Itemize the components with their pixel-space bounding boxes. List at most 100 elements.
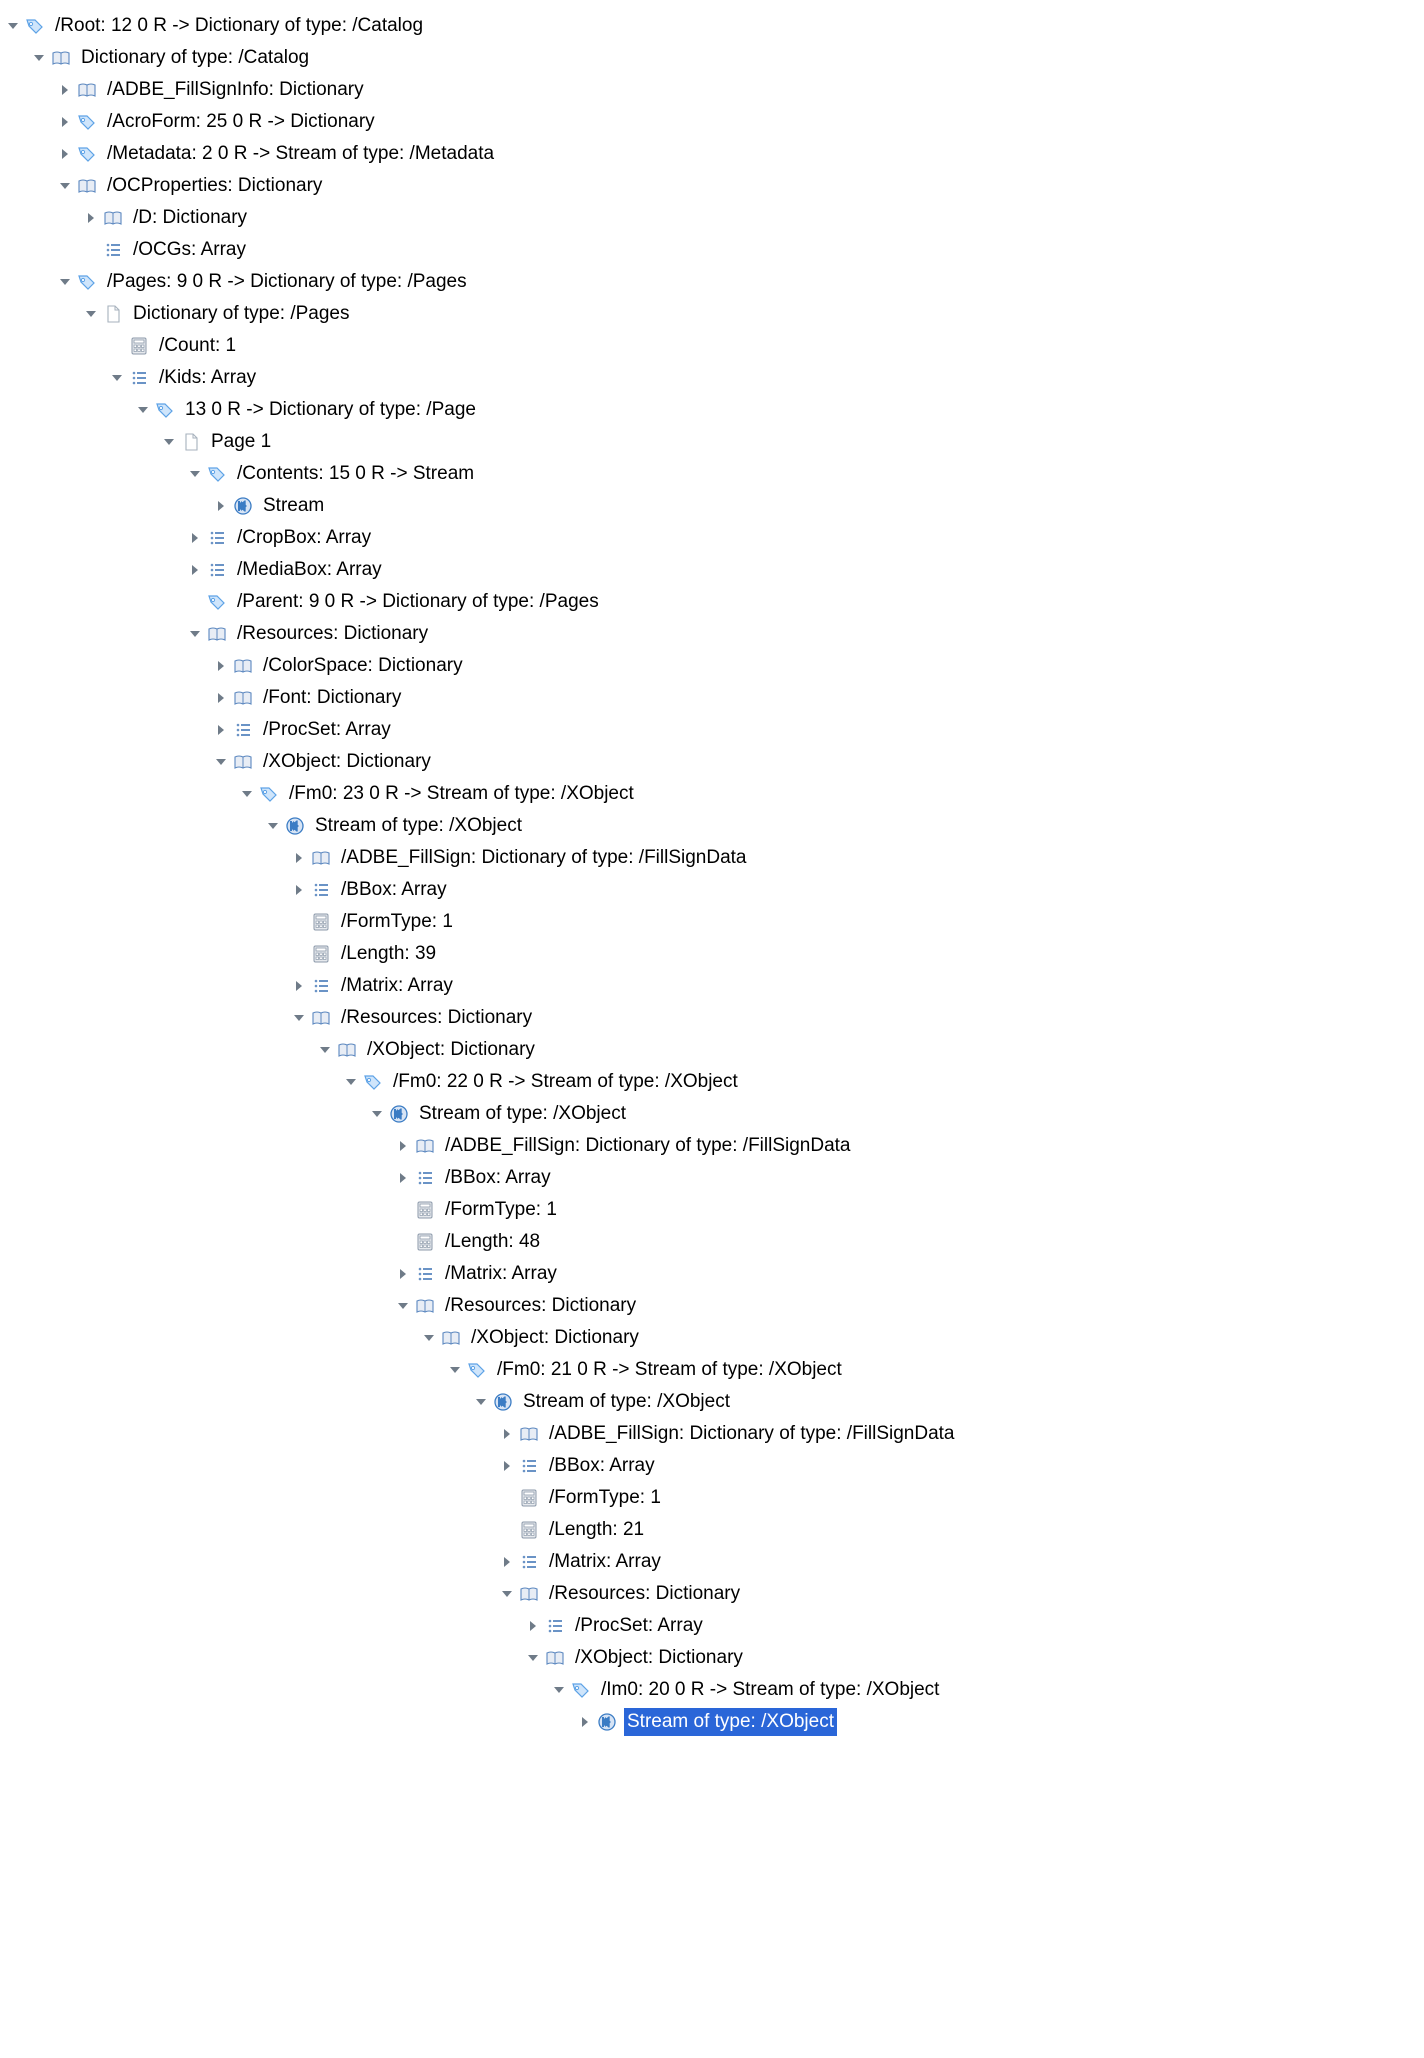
disclosure-triangle-icon[interactable]	[4, 17, 22, 35]
tree-row[interactable]: Stream of type: /XObject	[4, 1386, 1420, 1418]
tree-row[interactable]: /BBox: Array	[4, 874, 1420, 906]
tree-row[interactable]: /Font: Dictionary	[4, 682, 1420, 714]
tree-row[interactable]: /Kids: Array	[4, 362, 1420, 394]
disclosure-triangle-icon[interactable]	[186, 529, 204, 547]
tree-row[interactable]: /FormType: 1	[4, 1194, 1420, 1226]
tree-row[interactable]: /Length: 21	[4, 1514, 1420, 1546]
tree-row[interactable]: /Fm0: 23 0 R -> Stream of type: /XObject	[4, 778, 1420, 810]
tree-row[interactable]: /XObject: Dictionary	[4, 1034, 1420, 1066]
disclosure-triangle-icon[interactable]	[394, 1169, 412, 1187]
disclosure-triangle-icon[interactable]	[290, 881, 308, 899]
disclosure-triangle-icon[interactable]	[498, 1425, 516, 1443]
tree-row[interactable]: /CropBox: Array	[4, 522, 1420, 554]
tree-row[interactable]: /ADBE_FillSign: Dictionary of type: /Fil…	[4, 1418, 1420, 1450]
tree-row[interactable]: Dictionary of type: /Catalog	[4, 42, 1420, 74]
tree-row[interactable]: /XObject: Dictionary	[4, 746, 1420, 778]
disclosure-triangle-icon[interactable]	[108, 369, 126, 387]
disclosure-triangle-icon[interactable]	[394, 1265, 412, 1283]
disclosure-triangle-icon[interactable]	[498, 1553, 516, 1571]
tree-row[interactable]: /ADBE_FillSign: Dictionary of type: /Fil…	[4, 842, 1420, 874]
tree-row[interactable]: /FormType: 1	[4, 906, 1420, 938]
tree-row[interactable]: /Resources: Dictionary	[4, 1002, 1420, 1034]
tree-row[interactable]: /Count: 1	[4, 330, 1420, 362]
tree-row[interactable]: /ColorSpace: Dictionary	[4, 650, 1420, 682]
tree-row[interactable]: /Resources: Dictionary	[4, 618, 1420, 650]
disclosure-triangle-icon[interactable]	[82, 209, 100, 227]
tree-row[interactable]: /ProcSet: Array	[4, 714, 1420, 746]
tree-row[interactable]: /ADBE_FillSign: Dictionary of type: /Fil…	[4, 1130, 1420, 1162]
disclosure-triangle-icon[interactable]	[524, 1649, 542, 1667]
disclosure-triangle-icon[interactable]	[394, 1297, 412, 1315]
disclosure-triangle-icon[interactable]	[56, 81, 74, 99]
tree-row[interactable]: /Resources: Dictionary	[4, 1578, 1420, 1610]
object-tree[interactable]: /Root: 12 0 R -> Dictionary of type: /Ca…	[0, 0, 1424, 1748]
disclosure-triangle-icon[interactable]	[550, 1681, 568, 1699]
tree-row[interactable]: /XObject: Dictionary	[4, 1322, 1420, 1354]
disclosure-triangle-icon[interactable]	[82, 305, 100, 323]
tree-row[interactable]: /BBox: Array	[4, 1450, 1420, 1482]
tree-row[interactable]: /Im0: 20 0 R -> Stream of type: /XObject	[4, 1674, 1420, 1706]
disclosure-triangle-icon[interactable]	[212, 753, 230, 771]
disclosure-triangle-icon[interactable]	[524, 1617, 542, 1635]
disclosure-triangle-icon[interactable]	[56, 273, 74, 291]
disclosure-triangle-icon[interactable]	[576, 1713, 594, 1731]
tree-row[interactable]: /XObject: Dictionary	[4, 1642, 1420, 1674]
tree-row[interactable]: /D: Dictionary	[4, 202, 1420, 234]
tree-row[interactable]: /Contents: 15 0 R -> Stream	[4, 458, 1420, 490]
disclosure-triangle-icon[interactable]	[56, 113, 74, 131]
disclosure-triangle-icon[interactable]	[212, 689, 230, 707]
tree-row[interactable]: /Metadata: 2 0 R -> Stream of type: /Met…	[4, 138, 1420, 170]
disclosure-triangle-icon[interactable]	[212, 657, 230, 675]
disclosure-triangle-icon[interactable]	[212, 497, 230, 515]
tree-row[interactable]: /ProcSet: Array	[4, 1610, 1420, 1642]
disclosure-triangle-icon[interactable]	[56, 177, 74, 195]
disclosure-triangle-icon[interactable]	[420, 1329, 438, 1347]
disclosure-triangle-icon[interactable]	[446, 1361, 464, 1379]
tree-row[interactable]: /Root: 12 0 R -> Dictionary of type: /Ca…	[4, 10, 1420, 42]
tree-row[interactable]: Dictionary of type: /Pages	[4, 298, 1420, 330]
disclosure-triangle-icon[interactable]	[290, 1009, 308, 1027]
tree-row[interactable]: /AcroForm: 25 0 R -> Dictionary	[4, 106, 1420, 138]
disclosure-triangle-icon[interactable]	[342, 1073, 360, 1091]
tree-row[interactable]: /FormType: 1	[4, 1482, 1420, 1514]
tree-row[interactable]: Stream of type: /XObject	[4, 1706, 1420, 1738]
disclosure-triangle-icon[interactable]	[394, 1137, 412, 1155]
tree-row[interactable]: /Length: 39	[4, 938, 1420, 970]
tree-row[interactable]: /Length: 48	[4, 1226, 1420, 1258]
disclosure-triangle-icon[interactable]	[186, 465, 204, 483]
disclosure-triangle-icon[interactable]	[290, 849, 308, 867]
disclosure-triangle-icon[interactable]	[30, 49, 48, 67]
disclosure-triangle-icon[interactable]	[238, 785, 256, 803]
tree-row[interactable]: /Matrix: Array	[4, 970, 1420, 1002]
disclosure-triangle-icon[interactable]	[56, 145, 74, 163]
tree-row[interactable]: /ADBE_FillSignInfo: Dictionary	[4, 74, 1420, 106]
disclosure-triangle-icon[interactable]	[498, 1585, 516, 1603]
disclosure-triangle-icon[interactable]	[212, 721, 230, 739]
tree-row[interactable]: /Parent: 9 0 R -> Dictionary of type: /P…	[4, 586, 1420, 618]
disclosure-triangle-icon[interactable]	[368, 1105, 386, 1123]
tree-row[interactable]: /Pages: 9 0 R -> Dictionary of type: /Pa…	[4, 266, 1420, 298]
tree-row[interactable]: /MediaBox: Array	[4, 554, 1420, 586]
tree-row[interactable]: /OCGs: Array	[4, 234, 1420, 266]
tree-row[interactable]: /OCProperties: Dictionary	[4, 170, 1420, 202]
disclosure-triangle-icon[interactable]	[186, 625, 204, 643]
disclosure-triangle-icon[interactable]	[472, 1393, 490, 1411]
tree-row[interactable]: /Fm0: 22 0 R -> Stream of type: /XObject	[4, 1066, 1420, 1098]
tree-row[interactable]: 13 0 R -> Dictionary of type: /Page	[4, 394, 1420, 426]
disclosure-triangle-icon[interactable]	[498, 1457, 516, 1475]
tree-row[interactable]: /BBox: Array	[4, 1162, 1420, 1194]
disclosure-triangle-icon[interactable]	[316, 1041, 334, 1059]
disclosure-triangle-icon[interactable]	[264, 817, 282, 835]
tree-row[interactable]: /Resources: Dictionary	[4, 1290, 1420, 1322]
tree-row[interactable]: Stream	[4, 490, 1420, 522]
tree-row[interactable]: Stream of type: /XObject	[4, 1098, 1420, 1130]
tree-row[interactable]: /Matrix: Array	[4, 1546, 1420, 1578]
disclosure-triangle-icon[interactable]	[186, 561, 204, 579]
tree-row[interactable]: Stream of type: /XObject	[4, 810, 1420, 842]
tree-row[interactable]: Page 1	[4, 426, 1420, 458]
disclosure-triangle-icon[interactable]	[290, 977, 308, 995]
tree-row[interactable]: /Fm0: 21 0 R -> Stream of type: /XObject	[4, 1354, 1420, 1386]
tree-row[interactable]: /Matrix: Array	[4, 1258, 1420, 1290]
disclosure-triangle-icon[interactable]	[134, 401, 152, 419]
disclosure-triangle-icon[interactable]	[160, 433, 178, 451]
